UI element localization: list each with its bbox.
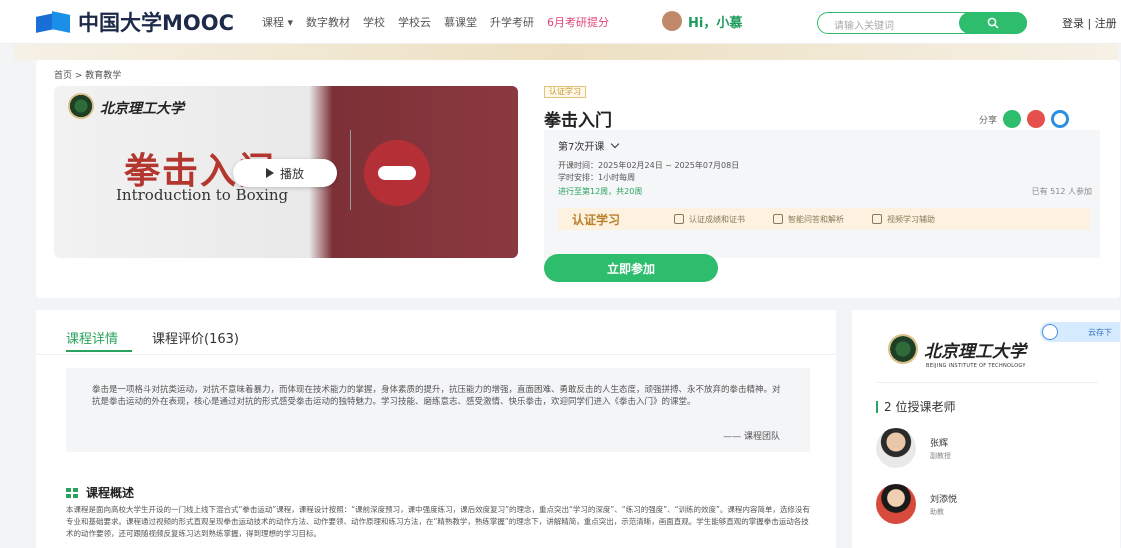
sidebar-university-name: 北京理工大学 [924, 341, 1026, 362]
nav-item-schools[interactable]: 学校 [363, 14, 385, 30]
heading-accent-bar [876, 400, 878, 413]
course-schedule: 学时安排：1小时每周 [558, 173, 636, 182]
play-button[interactable]: 播放 [233, 159, 337, 187]
course-intro-box: 拳击是一项格斗对抗类运动，对抗不意味着暴力，而体现在技术能力的掌握，身体素质的提… [66, 368, 810, 452]
course-intro-text: 拳击是一项格斗对抗类运动，对抗不意味着暴力，而体现在技术能力的掌握，身体素质的提… [92, 385, 781, 407]
teacher-avatar [876, 484, 916, 524]
share-bar: 分享 [979, 110, 1070, 128]
sidebar-university-logo[interactable]: 北京理工大学 [888, 334, 1026, 364]
certificate-icon [674, 214, 684, 224]
cover-title-en: Introduction to Boxing [116, 186, 289, 204]
cert-item-ai-qa[interactable]: 智能问答和解析 [773, 214, 844, 225]
tab-divider [36, 354, 836, 355]
video-icon [872, 214, 882, 224]
university-seal-icon [888, 334, 918, 364]
intro-signature: —— 课程团队 [723, 432, 780, 442]
nav-item-courses[interactable]: 课程 ▾ [262, 14, 293, 30]
cert-item-label: 智能问答和解析 [788, 214, 844, 224]
search-button[interactable] [959, 12, 1027, 34]
join-course-button[interactable]: 立即参加 [544, 254, 718, 282]
nav-item-mooc-class[interactable]: 慕课堂 [444, 14, 477, 30]
tab-course-reviews[interactable]: 课程评价(163) [152, 328, 239, 347]
logo-text: 中国大学MOOC [78, 11, 235, 35]
sidebar-university-en: BEIJING INSTITUTE OF TECHNOLOGY [926, 363, 1026, 369]
teacher-card[interactable]: 刘添悦 助教 [876, 484, 957, 524]
search-box: 请输入关键词 [817, 12, 1027, 34]
teacher-role: 助教 [930, 507, 944, 516]
term-dates: 开课时间：2025年02月24日 ~ 2025年07月08日 学时安排：1小时每… [558, 160, 739, 184]
site-logo[interactable]: 中国大学MOOC [36, 10, 235, 35]
enrolled-count: 已有 512 人参加 [1031, 187, 1092, 196]
logo-icon [36, 11, 74, 33]
cert-item-label: 视频学习辅助 [887, 214, 935, 224]
tab-course-details[interactable]: 课程详情 [66, 328, 118, 347]
overview-heading: 课程概述 [66, 484, 134, 501]
teacher-card[interactable]: 张辉 副教授 [876, 428, 951, 468]
qq-icon[interactable] [1051, 110, 1070, 128]
play-icon [265, 168, 274, 178]
promo-banner-strip [14, 44, 1118, 60]
cert-heading: 认证学习 [572, 212, 621, 227]
certification-tag: 认证学习 [544, 86, 586, 98]
teachers-heading-text: 2 位授课老师 [884, 400, 956, 414]
login-register-link[interactable]: 登录 | 注册 [1062, 15, 1117, 31]
share-label: 分享 [979, 115, 998, 126]
cert-item-video-assist[interactable]: 视频学习辅助 [872, 214, 935, 225]
course-title: 拳击入门 [544, 111, 612, 131]
detail-tabs: 课程详情 课程评价(163) [66, 328, 239, 352]
mascot-avatar [662, 11, 682, 31]
instructor-sidebar: 北京理工大学 BEIJING INSTITUTE OF TECHNOLOGY 云… [852, 310, 1120, 548]
overview-text: 本课程是面向高校大学生开设的一门线上线下混合式“拳击运动”课程，课程设计按照：“… [66, 505, 810, 538]
teacher-name: 刘添悦 [930, 494, 958, 505]
greeting-text: Hi，小慕 [688, 15, 743, 31]
teacher-avatar [876, 428, 916, 468]
cloud-label: 云存下 [1088, 328, 1112, 337]
cloud-icon [1042, 324, 1058, 340]
top-navbar: 中国大学MOOC 课程 ▾ 数字教材 学校 学校云 慕课堂 升学考研 6月考研提… [0, 0, 1121, 44]
nav-item-promo[interactable]: 6月考研提分 [547, 14, 609, 30]
boxing-glove-icon [364, 140, 430, 206]
play-label: 播放 [279, 166, 304, 181]
greeting[interactable]: Hi，小慕 [662, 11, 742, 31]
cover-university-name: 北京理工大学 [100, 101, 184, 117]
certification-bar: 认证学习 认证成绩和证书 智能问答和解析 视频学习辅助 [558, 208, 1090, 230]
course-header-card: 首页 > 教育教学 北京理工大学 拳击入门 Introduction to Bo… [36, 60, 1120, 298]
university-seal-icon [68, 93, 94, 119]
teachers-heading: 2 位授课老师 [876, 398, 955, 415]
course-dates: 开课时间：2025年02月24日 ~ 2025年07月08日 [558, 161, 740, 170]
chevron-down-icon [611, 139, 620, 149]
cert-item-label: 认证成绩和证书 [689, 214, 745, 224]
nav-item-exam-prep[interactable]: 升学考研 [490, 14, 534, 30]
teacher-name: 张辉 [930, 438, 949, 449]
search-icon [987, 17, 999, 29]
term-progress: 进行至第12周，共20周 [558, 187, 643, 196]
term-label: 第7次开课 [558, 142, 605, 153]
term-selector[interactable]: 第7次开课 [558, 138, 620, 153]
cloud-save-button[interactable]: 云存下 [1040, 322, 1120, 342]
active-tab-underline [66, 350, 132, 352]
breadcrumb[interactable]: 首页 > 教育教学 [54, 68, 121, 81]
cover-divider [350, 130, 351, 210]
wechat-icon[interactable] [1003, 110, 1022, 128]
overview-title: 课程概述 [86, 486, 135, 500]
search-input[interactable]: 请输入关键词 [834, 17, 894, 32]
grid-icon [66, 487, 78, 498]
main-nav: 课程 ▾ 数字教材 学校 学校云 慕课堂 升学考研 6月考研提分 [262, 14, 609, 30]
nav-item-school-cloud[interactable]: 学校云 [398, 14, 431, 30]
course-cover-video[interactable]: 北京理工大学 拳击入门 Introduction to Boxing 播放 [54, 86, 518, 258]
sidebar-divider [876, 382, 1098, 383]
teacher-role: 副教授 [930, 451, 951, 460]
cert-item-certificate[interactable]: 认证成绩和证书 [674, 214, 745, 225]
course-detail-panel: 课程详情 课程评价(163) 拳击是一项格斗对抗类运动，对抗不意味着暴力，而体现… [36, 310, 836, 548]
term-info-box: 第7次开课 开课时间：2025年02月24日 ~ 2025年07月08日 学时安… [544, 130, 1100, 258]
robot-icon [773, 214, 783, 224]
nav-item-textbooks[interactable]: 数字教材 [306, 14, 350, 30]
weibo-icon[interactable] [1027, 110, 1046, 128]
